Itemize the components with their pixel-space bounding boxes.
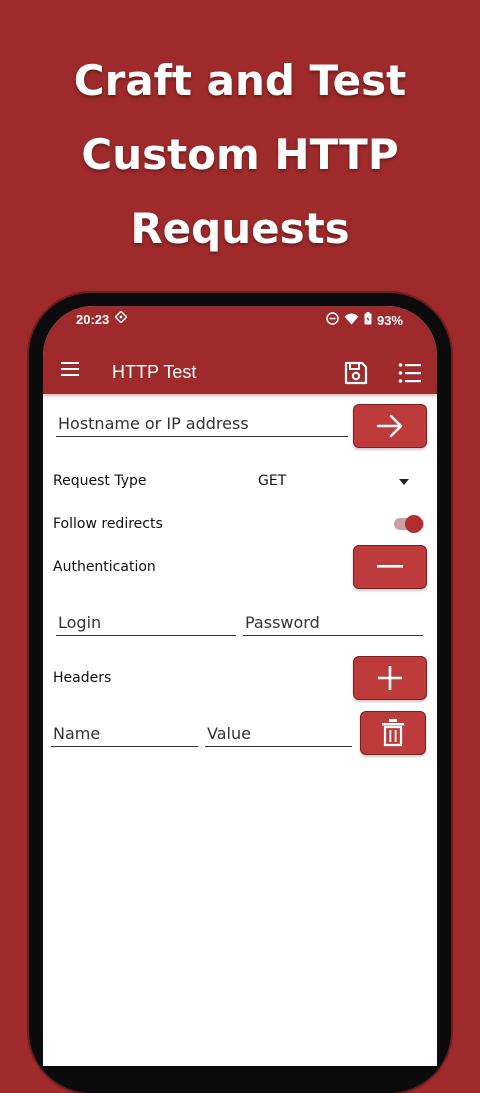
add-header-button[interactable] <box>353 656 427 700</box>
request-type-select[interactable]: GET <box>258 473 286 489</box>
promo-line-3: Requests <box>130 204 350 253</box>
app-bar: HTTP Test <box>43 352 437 394</box>
promo-line-1: Craft and Test <box>73 56 407 105</box>
headers-label: Headers <box>53 670 112 686</box>
menu-icon[interactable] <box>61 362 79 378</box>
follow-redirects-label: Follow redirects <box>53 516 163 532</box>
promo-headline: Craft and Test Custom HTTP Requests <box>0 44 480 266</box>
login-input[interactable] <box>56 613 236 636</box>
save-icon[interactable] <box>343 360 369 386</box>
phone-screen: 20:23 93% HTTP Test Hostname or IP addre… <box>43 306 437 1066</box>
header-value-input[interactable] <box>205 724 352 747</box>
plus-icon <box>378 666 402 690</box>
header-name-input[interactable] <box>51 724 198 747</box>
minus-icon <box>377 565 403 568</box>
follow-redirects-switch-thumb[interactable] <box>405 515 423 533</box>
battery-icon <box>364 312 372 328</box>
request-type-label: Request Type <box>53 473 147 489</box>
chevron-down-icon[interactable] <box>399 479 409 485</box>
delete-header-button[interactable] <box>360 711 426 755</box>
battery-percent: 93% <box>376 312 403 328</box>
promo-line-2: Custom HTTP <box>81 130 399 179</box>
app-title: HTTP Test <box>112 362 197 382</box>
authentication-label: Authentication <box>53 559 156 575</box>
send-button[interactable] <box>353 404 427 448</box>
trash-icon <box>382 719 404 747</box>
wifi-icon <box>344 313 359 328</box>
arrow-right-icon <box>376 414 403 438</box>
status-time: 20:23 <box>76 312 110 327</box>
remove-authentication-button[interactable] <box>353 545 427 589</box>
list-icon[interactable] <box>397 360 423 386</box>
status-bar: 20:23 93% <box>43 306 437 352</box>
dnd-icon <box>326 312 339 328</box>
password-input[interactable] <box>243 613 423 636</box>
hostname-input[interactable] <box>56 414 348 437</box>
nfc-icon <box>114 310 128 327</box>
status-icons: 93% <box>326 312 403 328</box>
